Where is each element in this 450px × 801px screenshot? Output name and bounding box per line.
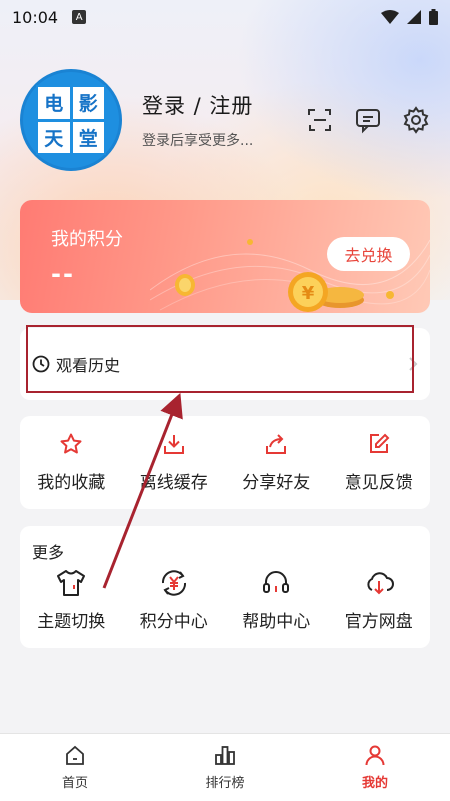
svg-text:¥: ¥ (302, 283, 315, 304)
bottom-tab-bar: 首页 排行榜 我的 (0, 733, 450, 801)
offline-cache-item[interactable]: 离线缓存 (123, 432, 226, 493)
cloud-download-icon (367, 572, 394, 595)
tab-mine-label: 我的 (361, 776, 388, 791)
message-icon[interactable] (354, 106, 382, 134)
points-center-label: 积分中心 (139, 612, 208, 632)
share-item[interactable]: 分享好友 (225, 432, 328, 493)
tab-home[interactable]: 首页 (0, 734, 150, 801)
status-bar: 10:04 A (0, 0, 450, 34)
person-icon (365, 745, 385, 766)
help-center-label: 帮助中心 (242, 612, 311, 632)
highlight-box (26, 325, 414, 393)
download-icon (163, 435, 184, 454)
profile-section: 电 影 天 堂 登录 / 注册 登录后享受更多... (20, 69, 430, 171)
login-register-link[interactable]: 登录 / 注册 (142, 90, 253, 120)
tab-ranking-label: 排行榜 (205, 776, 245, 791)
avatar[interactable]: 电 影 天 堂 (20, 69, 122, 171)
tab-home-label: 首页 (61, 776, 88, 791)
offline-cache-label: 离线缓存 (139, 473, 208, 493)
tshirt-icon (57, 570, 86, 596)
points-value: -- (51, 260, 75, 288)
star-icon (60, 433, 82, 454)
points-title: 我的积分 (51, 229, 123, 250)
home-icon (66, 745, 84, 765)
tab-mine[interactable]: 我的 (300, 734, 450, 801)
headset-icon (263, 571, 290, 593)
official-drive-label: 官方网盘 (344, 612, 413, 632)
points-card[interactable]: ¥ 我的积分 -- 去兑换 (20, 200, 430, 313)
yuan-refresh-icon (161, 570, 186, 596)
theme-switch-label: 主题切换 (37, 612, 106, 632)
avatar-char: 天 (38, 121, 70, 153)
more-title: 更多 (32, 543, 65, 562)
wifi-icon (381, 10, 399, 24)
theme-switch-item[interactable]: 主题切换 (20, 569, 123, 632)
more-card: 更多 主题切换 积分中心 帮助中心 官方网盘 (20, 526, 430, 648)
help-center-item[interactable]: 帮助中心 (225, 569, 328, 632)
bar-chart-icon (215, 746, 235, 765)
avatar-char: 影 (72, 87, 104, 119)
share-label: 分享好友 (242, 473, 311, 493)
notification-badge: A (72, 10, 87, 24)
tab-ranking[interactable]: 排行榜 (150, 734, 300, 801)
avatar-char: 电 (38, 87, 70, 119)
edit-icon (369, 433, 390, 453)
battery-icon (429, 9, 438, 25)
favorites-label: 我的收藏 (37, 473, 106, 493)
points-center-item[interactable]: 积分中心 (123, 569, 226, 632)
share-icon (266, 434, 287, 454)
redeem-button[interactable]: 去兑换 (327, 237, 410, 271)
favorites-item[interactable]: 我的收藏 (20, 432, 123, 493)
signal-icon (407, 10, 421, 24)
quick-actions-card: 我的收藏 离线缓存 分享好友 意见反馈 (20, 416, 430, 509)
gear-icon[interactable] (402, 106, 430, 134)
login-subtitle: 登录后享受更多... (142, 133, 254, 149)
avatar-char: 堂 (72, 121, 104, 153)
official-drive-item[interactable]: 官方网盘 (328, 569, 431, 632)
status-time: 10:04 (12, 7, 59, 27)
scan-icon[interactable] (306, 106, 334, 134)
feedback-item[interactable]: 意见反馈 (328, 432, 431, 493)
feedback-label: 意见反馈 (344, 473, 413, 493)
